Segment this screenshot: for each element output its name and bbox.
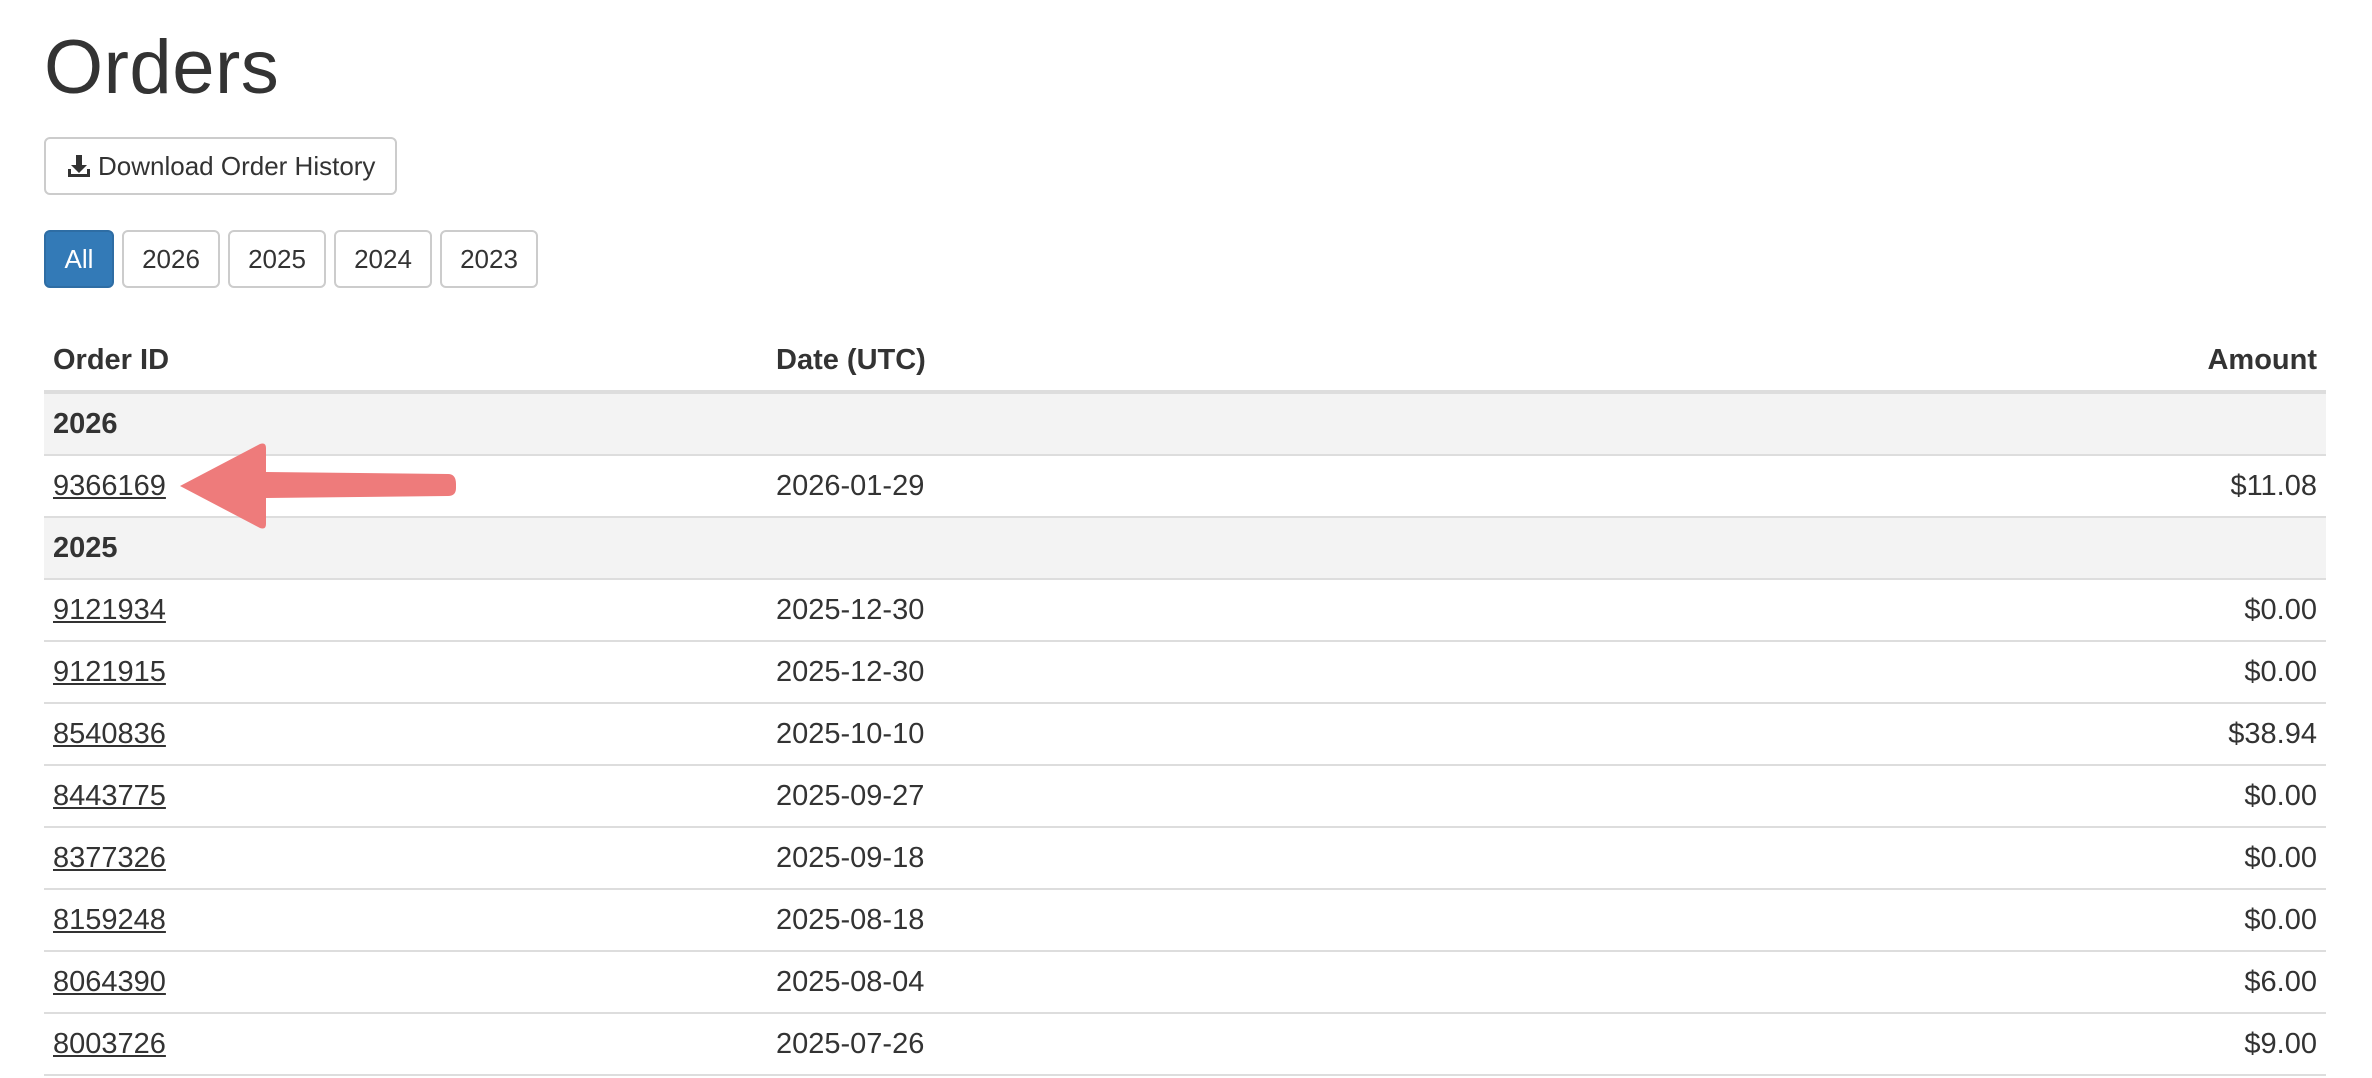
table-row: 8159248 2025-08-18 $0.00 (44, 889, 2326, 952)
order-amount: $0.00 (1652, 889, 2326, 952)
order-date: 2025-10-10 (767, 703, 1653, 766)
table-row: 8540836 2025-10-10 $38.94 (44, 703, 2326, 766)
order-id-cell: 8003726 (44, 1013, 767, 1076)
header-amount: Amount (1652, 330, 2326, 394)
order-link[interactable]: 8003726 (53, 1028, 166, 1060)
table-row: 9121934 2025-12-30 $0.00 (44, 579, 2326, 642)
table-row: 9121915 2025-12-30 $0.00 (44, 641, 2326, 704)
table-row: 8377326 2025-09-18 $0.00 (44, 827, 2326, 890)
order-id-cell: 8159248 (44, 889, 767, 952)
filter-2026-button[interactable]: 2026 (122, 230, 220, 288)
order-id-cell: 9121915 (44, 641, 767, 704)
table-row: 8443775 2025-09-27 $0.00 (44, 765, 2326, 828)
order-date: 2025-08-18 (767, 889, 1653, 952)
filter-2023-button[interactable]: 2023 (440, 230, 538, 288)
order-date: 2025-09-18 (767, 827, 1653, 890)
order-id-cell: 8443775 (44, 765, 767, 828)
download-label: Download Order History (98, 150, 376, 181)
header-date: Date (UTC) (767, 330, 1653, 394)
order-id-cell: 8540836 (44, 703, 767, 766)
order-link[interactable]: 8540836 (53, 718, 166, 750)
arrow-shape (180, 443, 456, 529)
order-amount: $9.00 (1652, 1013, 2326, 1076)
order-id-cell: 9121934 (44, 579, 767, 642)
order-id-cell: 8377326 (44, 827, 767, 890)
filter-all-button[interactable]: All (44, 230, 114, 288)
order-amount: $38.94 (1652, 703, 2326, 766)
order-amount: $11.08 (1652, 455, 2326, 518)
filter-2024-button[interactable]: 2024 (334, 230, 432, 288)
order-amount: $0.00 (1652, 827, 2326, 890)
table-row: 8003726 2025-07-26 $9.00 (44, 1013, 2326, 1076)
page-title: Orders (44, 25, 280, 110)
header-order-id: Order ID (44, 330, 767, 394)
download-icon (66, 153, 92, 179)
pointer-arrow-icon (180, 443, 456, 529)
table-header-row: Order ID Date (UTC) Amount (44, 330, 2326, 394)
order-id-cell: 8064390 (44, 951, 767, 1014)
download-order-history-button[interactable]: Download Order History (44, 137, 398, 195)
order-link[interactable]: 9121915 (53, 656, 166, 688)
filter-2025-button[interactable]: 2025 (228, 230, 326, 288)
order-date: 2026-01-29 (767, 455, 1653, 518)
order-link[interactable]: 9366169 (53, 470, 166, 502)
order-link[interactable]: 8064390 (53, 966, 166, 998)
order-amount: $0.00 (1652, 579, 2326, 642)
order-date: 2025-12-30 (767, 579, 1653, 642)
order-date: 2025-08-04 (767, 951, 1653, 1014)
year-filter: All 2026 2025 2024 2023 (44, 230, 538, 288)
order-date: 2025-09-27 (767, 765, 1653, 828)
order-link[interactable]: 8159248 (53, 904, 166, 936)
order-link[interactable]: 8443775 (53, 780, 166, 812)
order-link[interactable]: 8377326 (53, 842, 166, 874)
order-date: 2025-07-26 (767, 1013, 1653, 1076)
order-date: 2025-12-30 (767, 641, 1653, 704)
order-amount: $0.00 (1652, 765, 2326, 828)
order-amount: $6.00 (1652, 951, 2326, 1014)
table-row: 8064390 2025-08-04 $6.00 (44, 951, 2326, 1014)
order-link[interactable]: 9121934 (53, 594, 166, 626)
order-amount: $0.00 (1652, 641, 2326, 704)
